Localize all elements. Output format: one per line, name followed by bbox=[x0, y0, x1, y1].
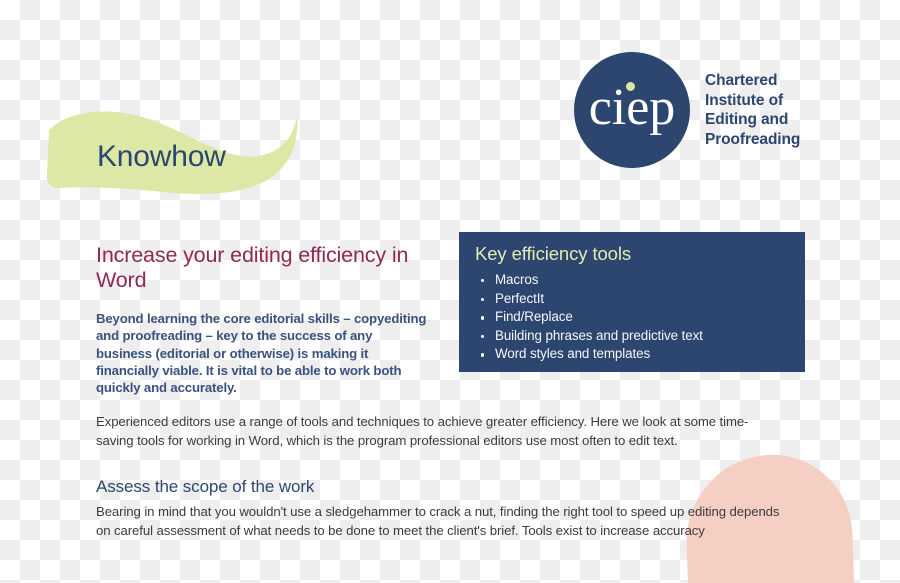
section-paragraph: Bearing in mind that you wouldn't use a … bbox=[96, 504, 780, 539]
list-item: PerfectIt bbox=[475, 290, 789, 309]
page-canvas: Knowhow ciep Chartered Institute of Edit… bbox=[0, 0, 900, 583]
list-item: Find/Replace bbox=[475, 308, 789, 327]
logo-name-line-3: Editing and bbox=[705, 111, 789, 128]
knowhow-label: Knowhow bbox=[97, 140, 226, 173]
list-item: Word styles and templates bbox=[475, 345, 789, 364]
list-item: Macros bbox=[475, 271, 789, 290]
logo-name-line-1: Chartered bbox=[705, 72, 778, 89]
section-heading: Assess the scope of the work bbox=[96, 477, 315, 497]
ciep-logo-mark: ciep bbox=[574, 52, 690, 168]
list-item: Building phrases and predictive text bbox=[475, 327, 789, 346]
knowhow-banner: Knowhow bbox=[45, 108, 301, 196]
panel-title: Key efficiency tools bbox=[475, 243, 632, 264]
logo-name-line-4: Proofreading bbox=[705, 130, 801, 148]
green-dot-icon bbox=[626, 82, 635, 91]
logo-name-line-2: Institute of bbox=[705, 91, 784, 109]
article-title: Increase your editing efficiency in Word bbox=[96, 243, 409, 293]
intro-paragraph: Experienced editors use a range of tools… bbox=[96, 414, 749, 449]
key-efficiency-tools-panel: Key efficiency tools Macros PerfectIt Fi… bbox=[459, 232, 805, 372]
panel-tool-list: Macros PerfectIt Find/Replace Building p… bbox=[475, 271, 789, 364]
ciep-logo: ciep Chartered Institute of Editing and … bbox=[574, 52, 800, 168]
article-standfirst: Beyond learning the core editorial skill… bbox=[96, 311, 427, 395]
ciep-logo-name: Chartered Institute of Editing and Proof… bbox=[705, 71, 800, 149]
